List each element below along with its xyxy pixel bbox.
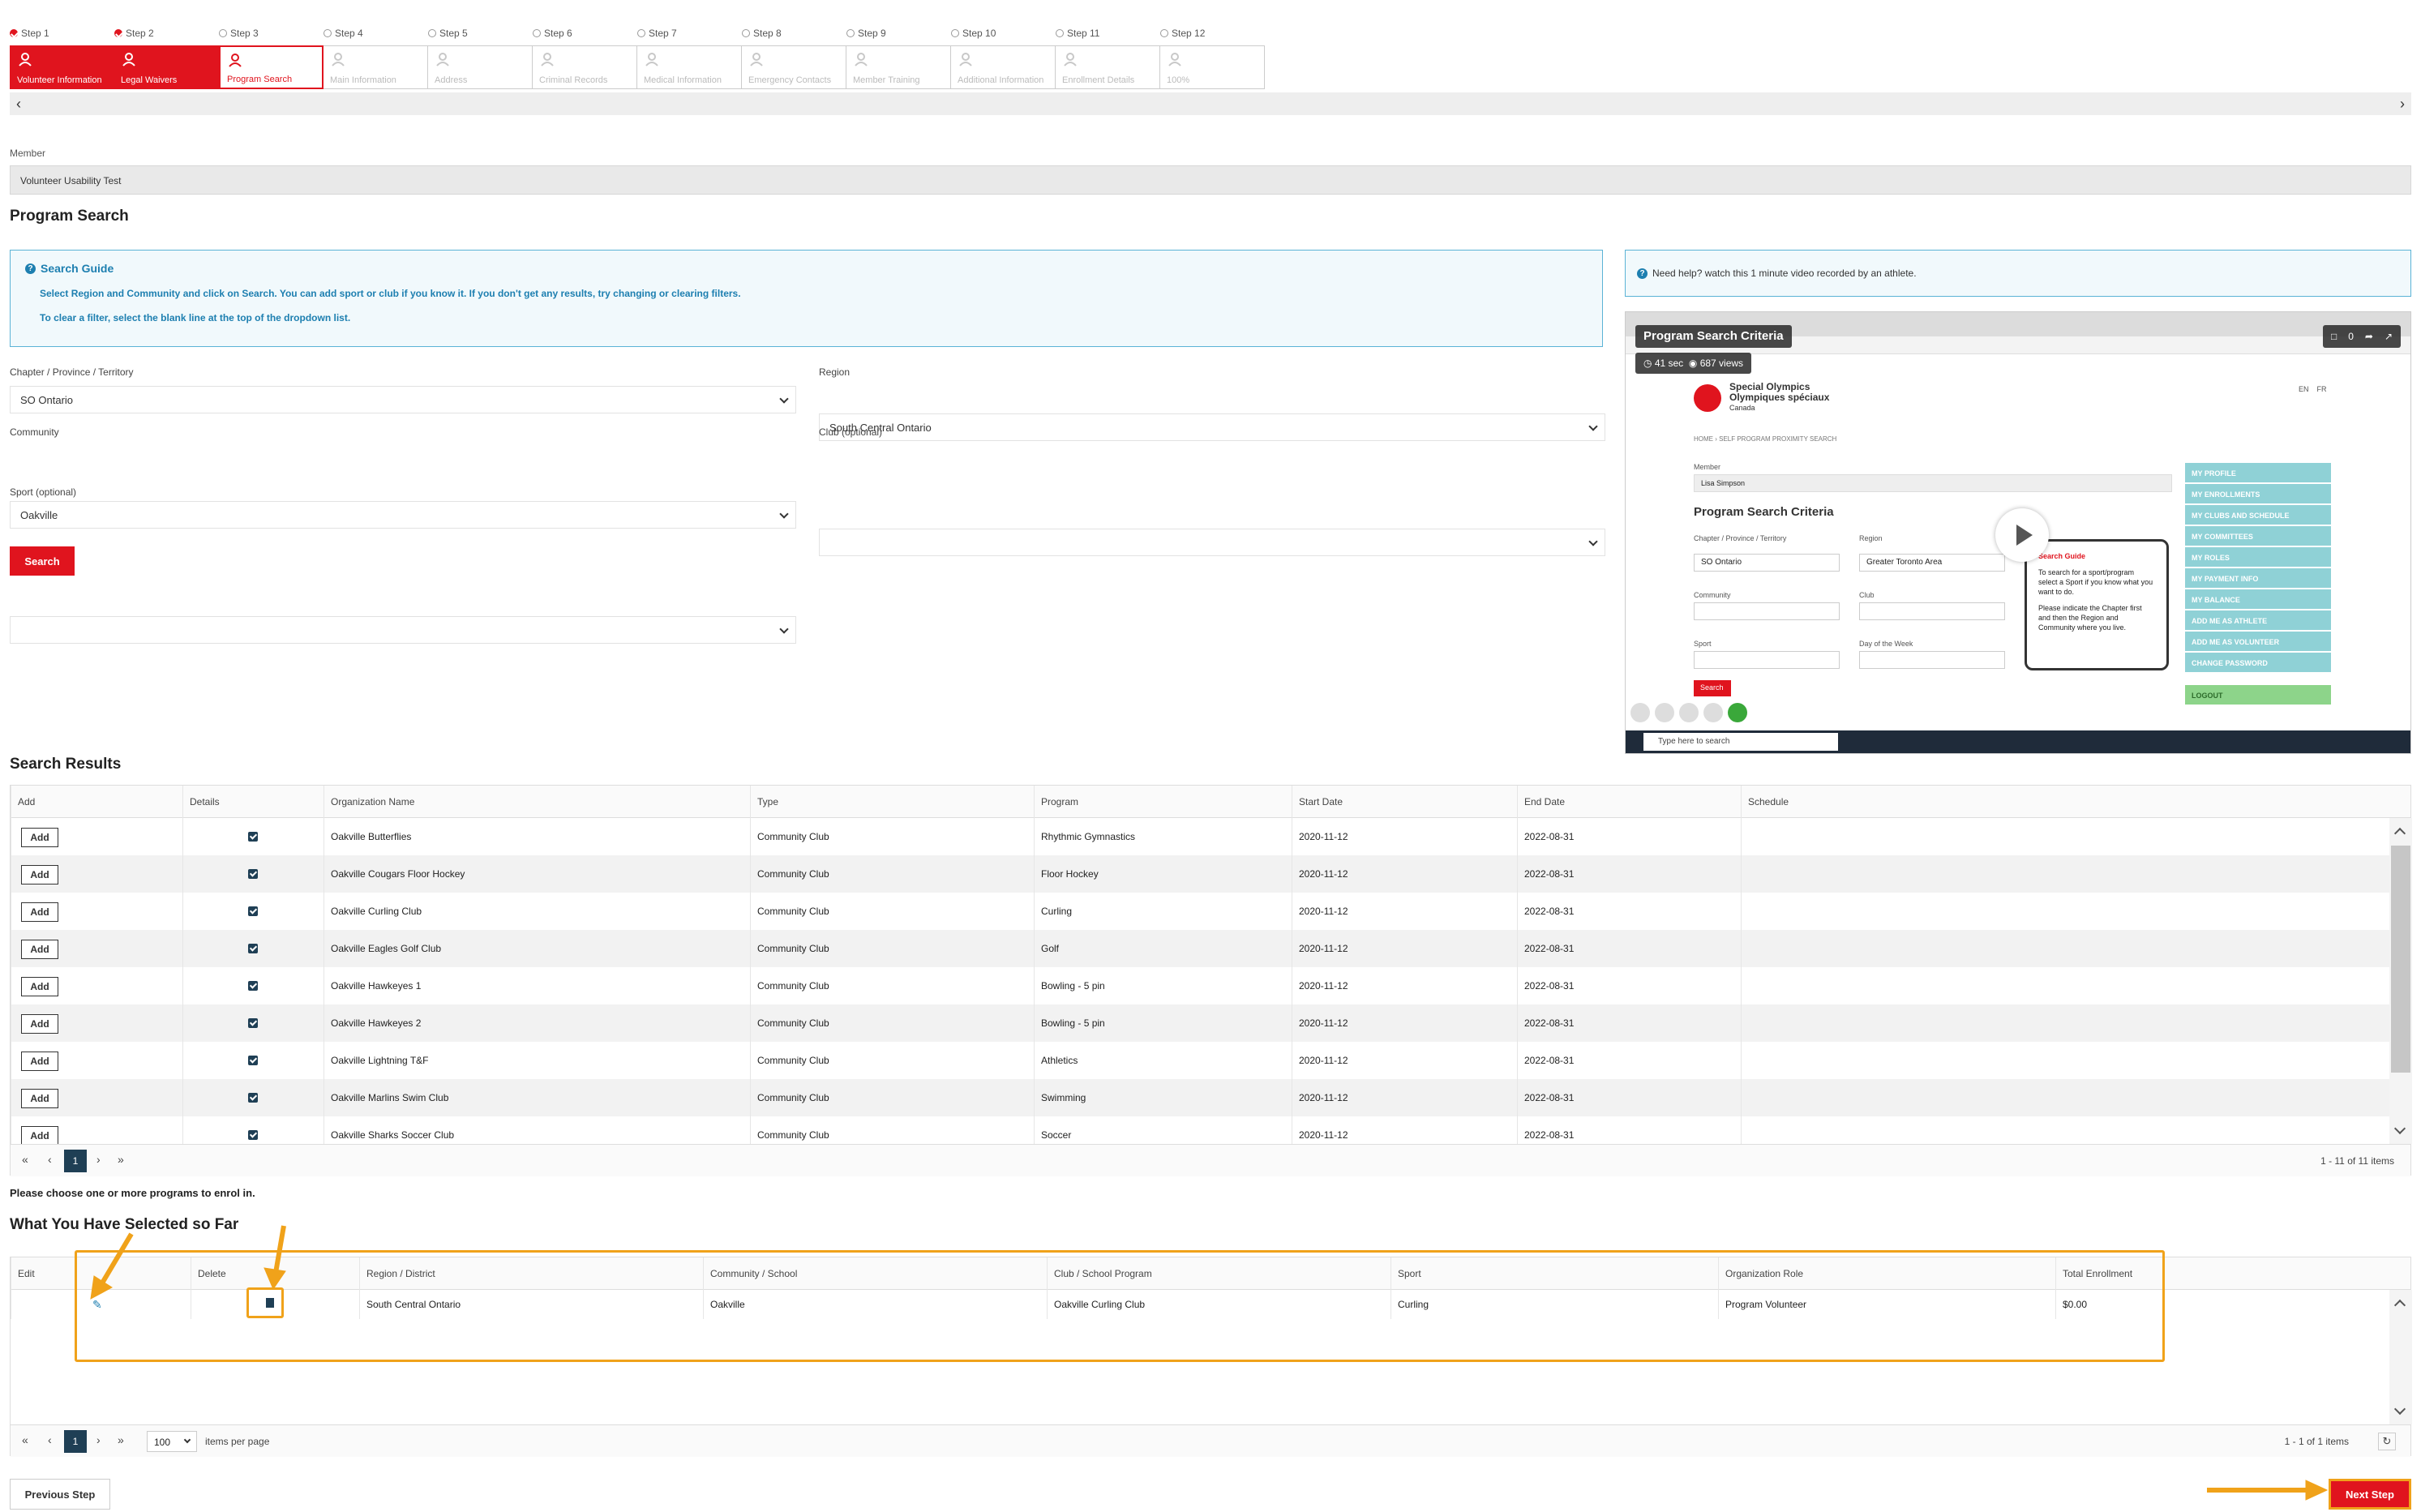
next-step-button[interactable]: Next Step xyxy=(2329,1479,2411,1510)
arrow-delete-head xyxy=(264,1267,286,1291)
annotation-arrows xyxy=(90,1225,2329,1501)
arrow-edit-head xyxy=(90,1275,113,1300)
previous-step-button[interactable]: Previous Step xyxy=(10,1479,110,1510)
arrow-edit xyxy=(98,1232,134,1287)
arrow-delete xyxy=(273,1225,286,1274)
arrow-next-head xyxy=(2305,1480,2329,1501)
